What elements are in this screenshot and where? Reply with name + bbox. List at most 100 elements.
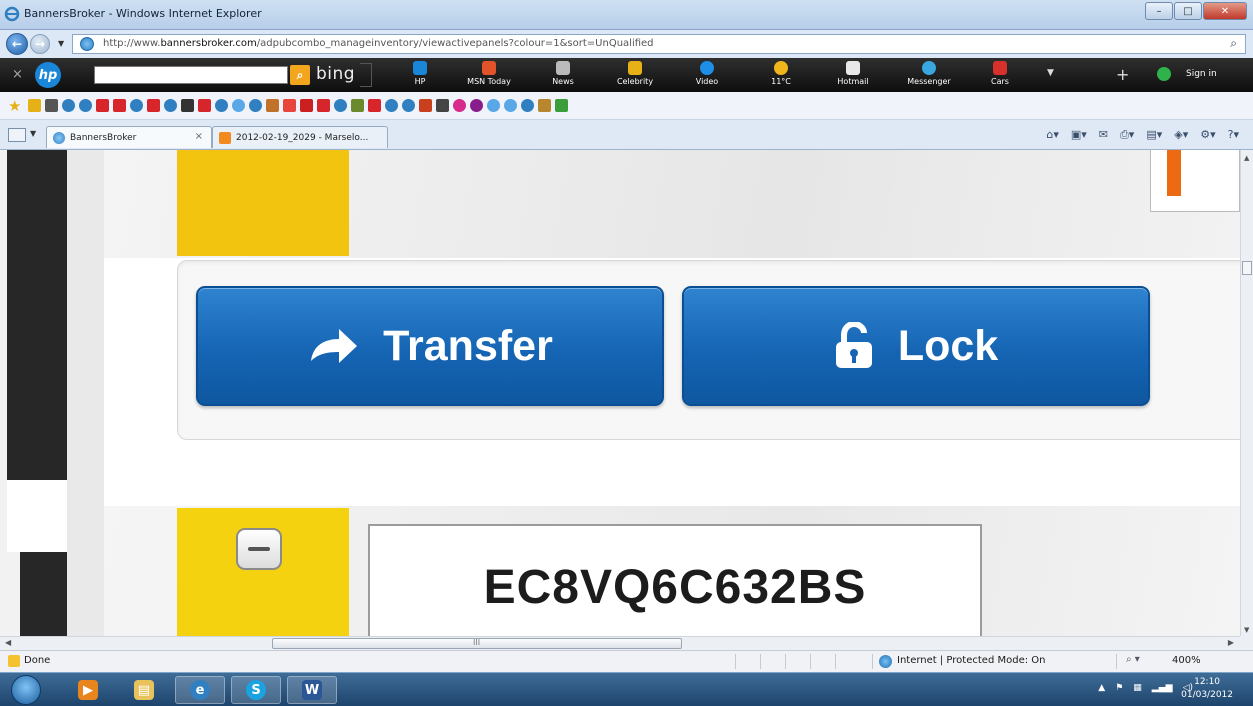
favorite-link-icon[interactable]	[504, 99, 517, 112]
devices-icon[interactable]: ▦	[1133, 683, 1142, 693]
windows-taskbar: ▶ ▤ e S W ▲ ⚑ ▦ ▂▄▆ ◁) 12:10 01/03/2012	[0, 672, 1253, 706]
favorite-link-icon[interactable]	[521, 99, 534, 112]
ie-taskbar-button[interactable]: e	[175, 676, 225, 704]
favorites-star-icon[interactable]: ★	[8, 97, 21, 115]
add-button[interactable]: +	[1116, 65, 1129, 84]
security-shield-icon[interactable]	[1157, 67, 1171, 81]
tab-marselo[interactable]: 2012-02-19_2029 - Marselo...	[212, 126, 388, 148]
car-icon	[993, 61, 1007, 75]
word-taskbar-button[interactable]: W	[287, 676, 337, 704]
favorite-link-icon[interactable]	[402, 99, 415, 112]
help-icon[interactable]: ?▾	[1228, 128, 1239, 142]
collapse-button[interactable]	[236, 528, 282, 570]
favorite-link-icon[interactable]	[351, 99, 364, 112]
action-center-flag-icon[interactable]: ⚑	[1115, 683, 1123, 693]
tools-gear-icon[interactable]: ⚙▾	[1200, 128, 1215, 142]
hotmail-link[interactable]: Hotmail	[818, 61, 888, 86]
weather-link[interactable]: 11°C	[746, 61, 816, 86]
horizontal-scrollbar[interactable]: ◀ III ▶	[0, 636, 1240, 650]
home-icon[interactable]: ⌂▾	[1046, 128, 1059, 142]
favorite-link-icon[interactable]	[147, 99, 160, 112]
favorite-link-icon[interactable]	[198, 99, 211, 112]
favorite-link-icon[interactable]	[419, 99, 432, 112]
cars-link[interactable]: Cars	[965, 61, 1035, 86]
msn-today-link[interactable]: MSN Today	[454, 61, 524, 86]
favorite-link-icon[interactable]	[436, 99, 449, 112]
favorite-link-icon[interactable]	[385, 99, 398, 112]
favorite-link-icon[interactable]	[266, 99, 279, 112]
bing-search-input[interactable]	[94, 66, 288, 84]
favorite-link-icon[interactable]	[300, 99, 313, 112]
start-button[interactable]	[11, 675, 41, 705]
back-button[interactable]: ←	[6, 33, 28, 55]
close-tab-button[interactable]: ×	[195, 131, 203, 142]
security-zone-text[interactable]: Internet | Protected Mode: On	[897, 655, 1045, 666]
celebrity-link[interactable]: Celebrity	[600, 61, 670, 86]
favorite-link-icon[interactable]	[334, 99, 347, 112]
mail-icon[interactable]: ✉	[1099, 128, 1108, 142]
system-clock[interactable]: 12:10 01/03/2012	[1181, 676, 1233, 702]
favorite-link-icon[interactable]	[62, 99, 75, 112]
favorite-link-icon[interactable]	[249, 99, 262, 112]
forward-button[interactable]: →	[30, 34, 50, 54]
page-menu-icon[interactable]: ▤▾	[1146, 128, 1162, 142]
news-link[interactable]: News	[528, 61, 598, 86]
favorite-link-icon[interactable]	[130, 99, 143, 112]
favorite-link-icon[interactable]	[470, 99, 483, 112]
favorite-link-icon[interactable]	[487, 99, 500, 112]
history-dropdown-icon[interactable]: ▼	[58, 39, 64, 48]
favorite-link-icon[interactable]	[368, 99, 381, 112]
favorite-link-icon[interactable]	[232, 99, 245, 112]
scroll-right-icon[interactable]: ▶	[1228, 638, 1234, 647]
favorite-link-icon[interactable]	[538, 99, 551, 112]
bing-search-button[interactable]: ⌕	[290, 65, 310, 85]
messenger-link[interactable]: Messenger	[894, 61, 964, 86]
hp-logo[interactable]: hp	[35, 62, 61, 88]
close-window-button[interactable]: ✕	[1203, 2, 1247, 20]
scroll-up-icon[interactable]: ▲	[1244, 154, 1249, 162]
transfer-button[interactable]: Transfer	[196, 286, 664, 406]
print-icon[interactable]: ⎙▾	[1120, 128, 1134, 142]
favorite-link-icon[interactable]	[317, 99, 330, 112]
favorite-link-icon[interactable]	[96, 99, 109, 112]
favorite-link-icon[interactable]	[79, 99, 92, 112]
favorite-link-icon[interactable]	[164, 99, 177, 112]
more-links-chevron-icon[interactable]: ▼	[1047, 68, 1054, 78]
hp-link[interactable]: HP	[385, 61, 455, 86]
minimize-button[interactable]: –	[1145, 2, 1173, 20]
scroll-down-icon[interactable]: ▼	[1244, 626, 1249, 634]
show-hidden-icons-icon[interactable]: ▲	[1098, 683, 1105, 693]
horizontal-scroll-thumb[interactable]: III	[272, 638, 682, 649]
quick-tabs-icon[interactable]	[8, 128, 26, 142]
sign-in-link[interactable]: Sign in	[1186, 69, 1217, 79]
favorite-link-icon[interactable]	[453, 99, 466, 112]
close-toolbar-button[interactable]: ×	[12, 67, 23, 82]
favorite-link-icon[interactable]	[45, 99, 58, 112]
favorite-link-icon[interactable]	[215, 99, 228, 112]
favorite-link-icon[interactable]	[181, 99, 194, 112]
explorer-taskbar-button[interactable]: ▤	[119, 676, 169, 704]
zoom-level[interactable]: 400%	[1172, 655, 1201, 666]
maximize-button[interactable]: □	[1174, 2, 1202, 20]
skype-taskbar-button[interactable]: S	[231, 676, 281, 704]
tab-list-chevron-icon[interactable]: ▼	[30, 129, 36, 138]
search-icon[interactable]: ⌕	[1230, 36, 1237, 51]
favorite-link-icon[interactable]	[113, 99, 126, 112]
feeds-icon[interactable]: ▣▾	[1071, 128, 1087, 142]
vertical-scrollbar[interactable]: ▲ ▼	[1240, 150, 1253, 636]
video-link[interactable]: Video	[672, 61, 742, 86]
safety-menu-icon[interactable]: ◈▾	[1174, 128, 1188, 142]
scroll-left-icon[interactable]: ◀	[5, 638, 11, 647]
favorite-link-icon[interactable]	[283, 99, 296, 112]
scroll-thumb[interactable]	[1242, 261, 1252, 275]
command-bar: ⌂▾ ▣▾ ✉ ⎙▾ ▤▾ ◈▾ ⚙▾ ?▾	[1046, 128, 1239, 142]
favorites-links	[28, 99, 568, 112]
favorite-link-icon[interactable]	[555, 99, 568, 112]
zoom-icon[interactable]: ⌕ ▾	[1126, 654, 1140, 665]
network-signal-icon[interactable]: ▂▄▆	[1152, 683, 1173, 693]
tab-bannersbroker[interactable]: BannersBroker ×	[46, 126, 212, 148]
favorite-link-icon[interactable]	[28, 99, 41, 112]
media-player-taskbar-button[interactable]: ▶	[63, 676, 113, 704]
address-bar[interactable]: http://www.bannersbroker.com/adpubcombo_…	[72, 34, 1246, 54]
lock-button[interactable]: Lock	[682, 286, 1150, 406]
